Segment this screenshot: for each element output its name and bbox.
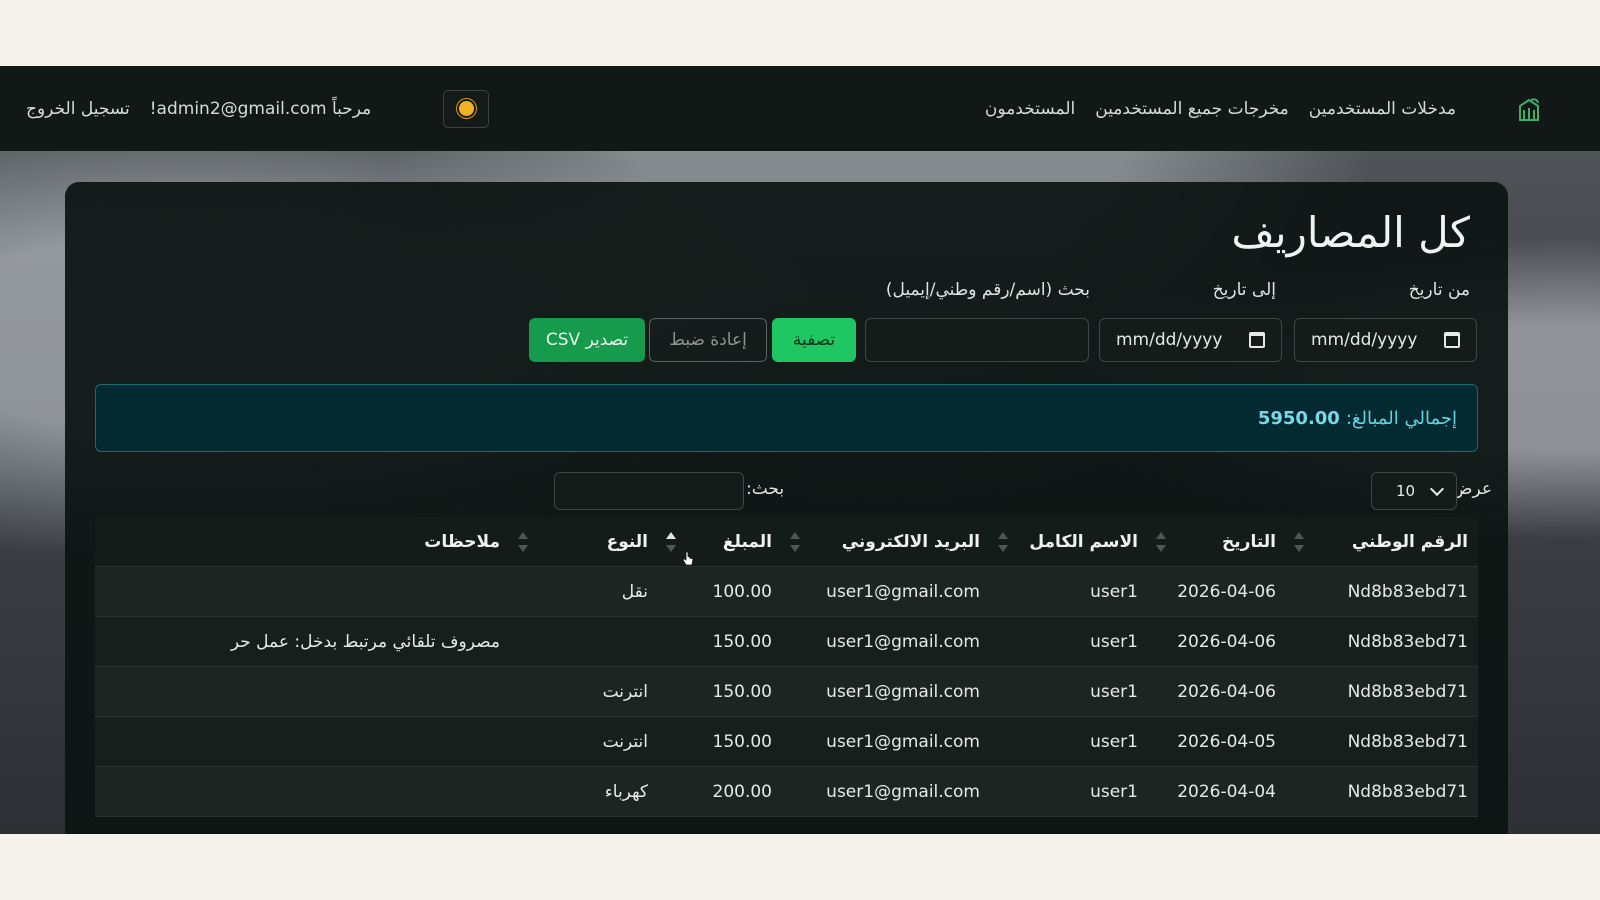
theme-toggle-button[interactable] bbox=[443, 89, 490, 128]
cell-notes bbox=[95, 566, 510, 617]
col-date[interactable]: التاريخ bbox=[1148, 517, 1286, 567]
cell-national-id: Nd8b83ebd71 bbox=[1286, 566, 1478, 617]
cell-notes: مصروف تلقائي مرتبط بدخل: عمل حر bbox=[95, 616, 510, 667]
nav-link-all-outputs[interactable]: مخرجات جميع المستخدمين bbox=[1095, 99, 1289, 119]
export-csv-button[interactable]: تصدير CSV bbox=[529, 318, 645, 362]
total-amount-alert: إجمالي المبالغ: 5950.00 bbox=[95, 384, 1478, 452]
cell-email: user1@gmail.com bbox=[782, 716, 990, 767]
to-date-input[interactable]: mm/dd/yyyy bbox=[1099, 318, 1282, 362]
brand-logo-icon[interactable] bbox=[1516, 96, 1542, 122]
total-value: 5950.00 bbox=[1257, 407, 1340, 429]
cell-full-name: user1 bbox=[990, 716, 1148, 767]
table-header-row: الرقم الوطني التاريخ الاسم الكامل البريد… bbox=[95, 517, 1478, 567]
table-row: Nd8b83ebd71 2026-04-06 user1 user1@gmail… bbox=[95, 616, 1478, 667]
table-row: Nd8b83ebd71 2026-04-06 user1 user1@gmail… bbox=[95, 666, 1478, 717]
cell-date: 2026-04-04 bbox=[1148, 766, 1286, 817]
cell-date: 2026-04-06 bbox=[1148, 616, 1286, 667]
cell-date: 2026-04-06 bbox=[1148, 566, 1286, 617]
from-date-placeholder: mm/dd/yyyy bbox=[1311, 330, 1418, 350]
cell-type: كهرباء bbox=[510, 766, 658, 817]
hand-cursor-icon bbox=[682, 551, 694, 566]
welcome-text: مرحباً admin2@gmail.com! bbox=[149, 98, 372, 119]
col-email[interactable]: البريد الالكتروني bbox=[782, 517, 990, 567]
page-size-value: 10 bbox=[1396, 482, 1416, 500]
table-row: Nd8b83ebd71 2026-04-05 user1 user1@gmail… bbox=[95, 716, 1478, 767]
sort-asc-icon bbox=[666, 532, 676, 552]
filter-button[interactable]: تصفية bbox=[772, 318, 856, 362]
col-type[interactable]: النوع bbox=[510, 517, 658, 567]
cell-notes bbox=[95, 716, 510, 767]
cell-email: user1@gmail.com bbox=[782, 566, 990, 617]
col-national-id[interactable]: الرقم الوطني bbox=[1286, 517, 1478, 567]
search-filter-input[interactable] bbox=[865, 318, 1089, 362]
logout-link[interactable]: تسجيل الخروج bbox=[26, 99, 130, 119]
col-notes[interactable]: ملاحظات bbox=[95, 517, 510, 567]
search-filter-label: بحث (اسم/رقم وطني/إيميل) bbox=[885, 280, 1090, 300]
total-label: إجمالي المبالغ: bbox=[1345, 407, 1457, 429]
reset-button[interactable]: إعادة ضبط bbox=[649, 318, 767, 362]
cell-type: انترنت bbox=[510, 666, 658, 717]
sort-icon bbox=[518, 532, 528, 552]
cell-amount: 200.00 bbox=[658, 766, 782, 817]
cell-type: نقل bbox=[510, 566, 658, 617]
cell-full-name: user1 bbox=[990, 566, 1148, 617]
cell-date: 2026-04-05 bbox=[1148, 716, 1286, 767]
sort-icon bbox=[1156, 532, 1166, 552]
cell-type: انترنت bbox=[510, 716, 658, 767]
building-leaf-icon bbox=[1519, 97, 1539, 121]
page-title: كل المصاريف bbox=[1231, 208, 1470, 257]
to-date-placeholder: mm/dd/yyyy bbox=[1116, 330, 1223, 350]
sort-icon bbox=[790, 532, 800, 552]
table-search-input[interactable] bbox=[554, 472, 744, 510]
cell-amount: 100.00 bbox=[658, 566, 782, 617]
table-row: Nd8b83ebd71 2026-04-06 user1 user1@gmail… bbox=[95, 566, 1478, 617]
nav-link-users[interactable]: المستخدمون bbox=[985, 99, 1075, 119]
col-full-name[interactable]: الاسم الكامل bbox=[990, 517, 1148, 567]
cell-national-id: Nd8b83ebd71 bbox=[1286, 666, 1478, 717]
table-row: Nd8b83ebd71 2026-04-04 user1 user1@gmail… bbox=[95, 766, 1478, 817]
col-amount[interactable]: المبلغ bbox=[658, 517, 782, 567]
cell-notes bbox=[95, 666, 510, 717]
cell-email: user1@gmail.com bbox=[782, 666, 990, 717]
page-size-select[interactable]: 10 bbox=[1371, 472, 1457, 510]
cell-national-id: Nd8b83ebd71 bbox=[1286, 716, 1478, 767]
cell-national-id: Nd8b83ebd71 bbox=[1286, 766, 1478, 817]
nav-link-user-inputs[interactable]: مدخلات المستخدمين bbox=[1309, 99, 1456, 119]
cell-date: 2026-04-06 bbox=[1148, 666, 1286, 717]
cell-email: user1@gmail.com bbox=[782, 766, 990, 817]
chevron-down-icon bbox=[1429, 481, 1445, 496]
cell-email: user1@gmail.com bbox=[782, 616, 990, 667]
expenses-table: الرقم الوطني التاريخ الاسم الكامل البريد… bbox=[95, 517, 1478, 817]
sort-icon bbox=[1294, 532, 1304, 552]
navbar: مدخلات المستخدمين مخرجات جميع المستخدمين… bbox=[0, 66, 1600, 151]
cell-full-name: user1 bbox=[990, 616, 1148, 667]
cell-amount: 150.00 bbox=[658, 616, 782, 667]
cell-amount: 150.00 bbox=[658, 666, 782, 717]
calendar-icon[interactable] bbox=[1249, 332, 1265, 348]
nav-links: مدخلات المستخدمين مخرجات جميع المستخدمين… bbox=[965, 99, 1456, 119]
cell-national-id: Nd8b83ebd71 bbox=[1286, 616, 1478, 667]
cell-full-name: user1 bbox=[990, 766, 1148, 817]
cell-notes bbox=[95, 766, 510, 817]
app-screen: مدخلات المستخدمين مخرجات جميع المستخدمين… bbox=[0, 66, 1600, 834]
cell-type bbox=[510, 616, 658, 667]
show-entries-label: عرض bbox=[1451, 479, 1492, 499]
from-date-label: من تاريخ bbox=[1408, 280, 1470, 300]
to-date-label: إلى تاريخ bbox=[1212, 280, 1276, 300]
sort-icon bbox=[998, 532, 1008, 552]
sun-icon bbox=[458, 101, 474, 116]
table-search-label: بحث: bbox=[746, 479, 785, 499]
from-date-input[interactable]: mm/dd/yyyy bbox=[1294, 318, 1477, 362]
cell-full-name: user1 bbox=[990, 666, 1148, 717]
cell-amount: 150.00 bbox=[658, 716, 782, 767]
expenses-card: كل المصاريف من تاريخ إلى تاريخ بحث (اسم/… bbox=[65, 182, 1508, 834]
calendar-icon[interactable] bbox=[1444, 332, 1460, 348]
